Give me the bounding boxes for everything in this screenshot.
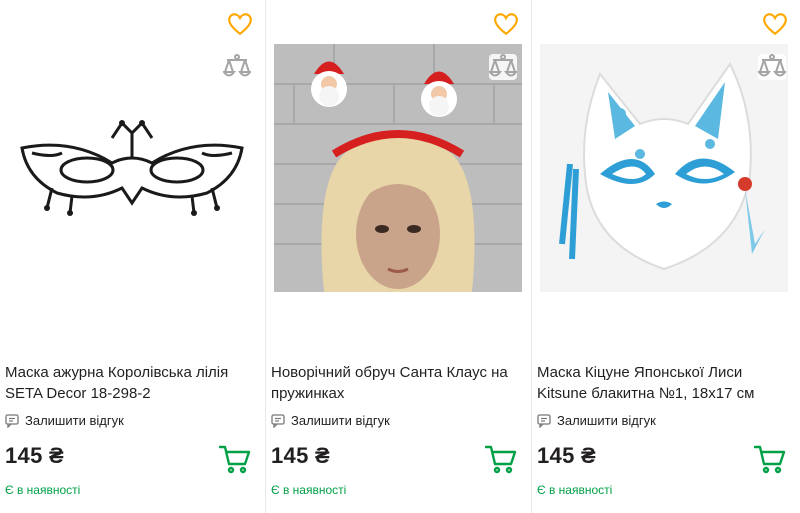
availability-status: Є в наявності — [5, 483, 81, 497]
heart-icon[interactable] — [762, 12, 788, 36]
cart-icon[interactable] — [754, 444, 786, 474]
availability-status: Є в наявності — [537, 483, 613, 497]
leave-review-label: Залишити відгук — [25, 413, 124, 428]
leave-review-link[interactable]: Залишити відгук — [5, 413, 124, 428]
comment-icon — [271, 413, 285, 428]
heart-icon[interactable] — [493, 12, 519, 36]
product-price: 145 ₴ — [537, 443, 596, 468]
product-image-santa-headband[interactable] — [274, 44, 522, 292]
product-price: 145 ₴ — [271, 443, 330, 468]
product-title[interactable]: Новорічний обруч Санта Клаус на пружинка… — [271, 362, 521, 404]
product-card: Новорічний обруч Санта Клаус на пружинка… — [266, 0, 532, 513]
availability-status: Є в наявності — [271, 483, 347, 497]
scales-icon[interactable] — [758, 54, 786, 80]
heart-icon[interactable] — [227, 12, 253, 36]
leave-review-link[interactable]: Залишити відгук — [271, 413, 390, 428]
product-card: Маска Кіцуне Японської Лиси Kitsune блак… — [532, 0, 800, 513]
product-grid: Маска ажурна Королівська лілія SETA Deco… — [0, 0, 800, 513]
leave-review-label: Залишити відгук — [557, 413, 656, 428]
comment-icon — [537, 413, 551, 428]
product-card: Маска ажурна Королівська лілія SETA Deco… — [0, 0, 266, 513]
cart-icon[interactable] — [219, 444, 251, 474]
comment-icon — [5, 413, 19, 428]
product-title[interactable]: Маска Кіцуне Японської Лиси Kitsune блак… — [537, 362, 790, 404]
product-image-lace-mask[interactable] — [8, 44, 256, 292]
product-title[interactable]: Маска ажурна Королівська лілія SETA Deco… — [5, 362, 255, 404]
cart-icon[interactable] — [485, 444, 517, 474]
leave-review-link[interactable]: Залишити відгук — [537, 413, 656, 428]
scales-icon[interactable] — [489, 54, 517, 80]
product-image-kitsune-mask[interactable] — [540, 44, 788, 292]
leave-review-label: Залишити відгук — [291, 413, 390, 428]
product-price: 145 ₴ — [5, 443, 64, 468]
